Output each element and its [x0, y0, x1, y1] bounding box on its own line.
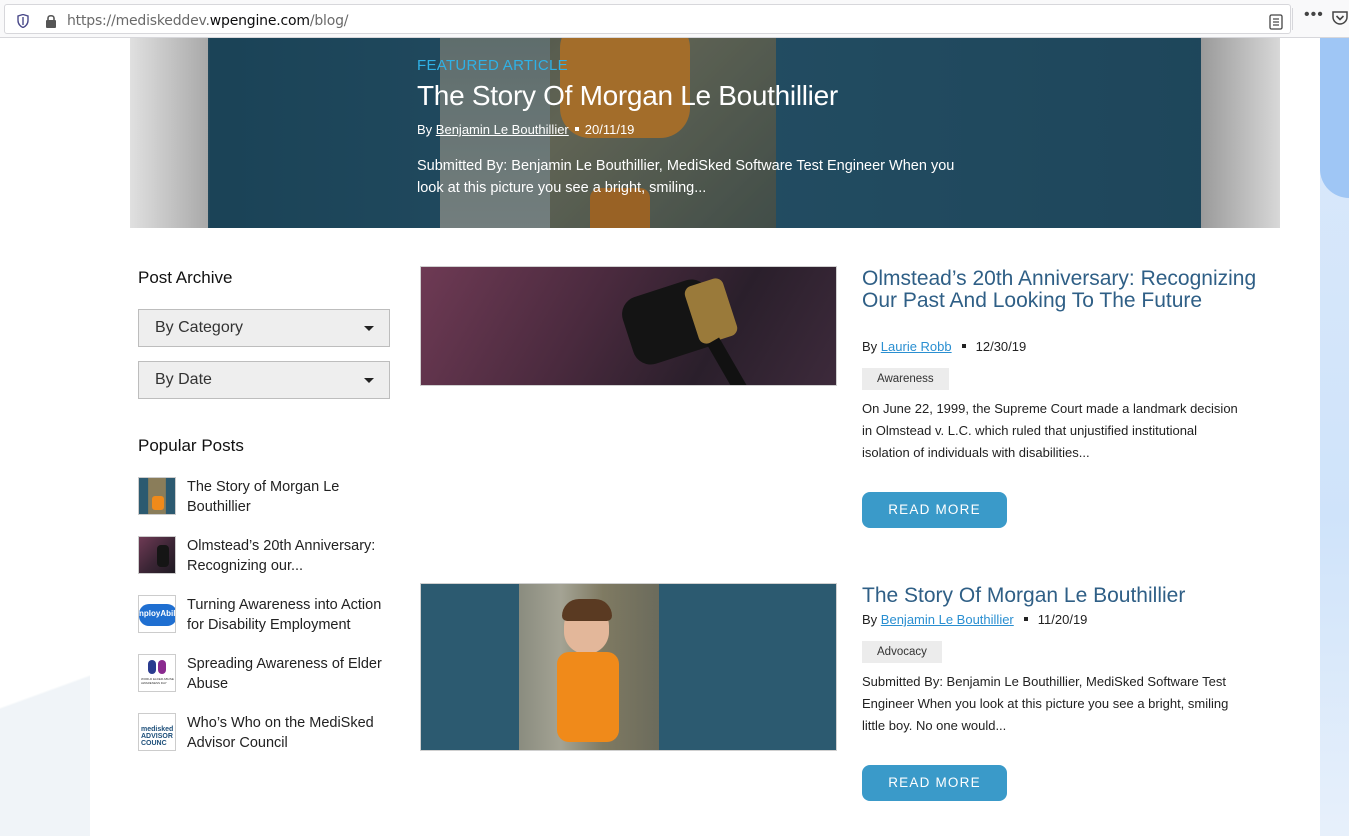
- by-label: By: [862, 612, 878, 627]
- article-excerpt: On June 22, 1999, the Supreme Court made…: [862, 401, 1238, 460]
- popular-post-item[interactable]: The Story of Morgan Le Bouthillier: [138, 477, 398, 517]
- popular-post-title[interactable]: Who’s Who on the MediSked Advisor Counci…: [187, 713, 397, 753]
- lock-icon[interactable]: [45, 14, 57, 28]
- popular-post-thumbnail[interactable]: medisked ADVISOR COUNC: [138, 713, 176, 751]
- article-excerpt: Submitted By: Benjamin Le Bouthillier, M…: [862, 674, 1229, 733]
- popular-post-thumbnail[interactable]: [138, 536, 176, 574]
- category-select-value: By Category: [155, 319, 244, 336]
- post-archive-heading: Post Archive: [138, 268, 233, 287]
- background-swoosh: [1320, 38, 1349, 198]
- popular-post-item[interactable]: WORLD ELDER ABUSE AWARENESS DAY Spreadin…: [138, 654, 398, 694]
- featured-article-title[interactable]: The Story Of Morgan Le Bouthillier: [417, 80, 838, 112]
- article-author-link[interactable]: Laurie Robb: [881, 339, 952, 354]
- article-title[interactable]: Olmstead’s 20th Anniversary: Recognizing…: [862, 268, 1262, 312]
- url-domain: wpengine.com: [209, 13, 310, 29]
- popular-post-thumbnail[interactable]: WORLD ELDER ABUSE AWARENESS DAY: [138, 654, 176, 692]
- popular-posts-heading: Popular Posts: [138, 436, 244, 455]
- pocket-icon[interactable]: [1332, 10, 1348, 26]
- thumb-shirt: [152, 496, 164, 510]
- article-author-link[interactable]: Benjamin Le Bouthillier: [881, 612, 1014, 627]
- article-date: 11/20/19: [1037, 612, 1088, 627]
- popular-post-item[interactable]: medisked ADVISOR COUNC Who’s Who on the …: [138, 713, 398, 753]
- popular-post-title[interactable]: Turning Awareness into Action for Disabi…: [187, 595, 397, 635]
- featured-article-text: FEATURED ARTICLE The Story Of Morgan Le …: [417, 38, 1017, 228]
- chevron-down-icon: [364, 378, 374, 383]
- image-photo: [519, 584, 659, 750]
- popular-post-thumbnail[interactable]: [138, 477, 176, 515]
- url-text[interactable]: https://mediskeddev.wpengine.com/blog/: [67, 13, 348, 29]
- read-more-button[interactable]: READ MORE: [862, 765, 1007, 801]
- read-more-button[interactable]: READ MORE: [862, 492, 1007, 528]
- popular-post-item[interactable]: nployAbili Turning Awareness into Action…: [138, 595, 398, 635]
- meta-bullet: [961, 344, 966, 348]
- reader-view-icon[interactable]: [1269, 14, 1283, 30]
- article-meta: By Benjamin Le Bouthillier 11/20/19: [862, 612, 1087, 627]
- by-label: By: [417, 122, 433, 137]
- background-shape: [0, 638, 90, 836]
- article-date: 12/30/19: [975, 339, 1027, 354]
- featured-article-meta: By Benjamin Le Bouthillier 20/11/19: [417, 122, 634, 137]
- page-actions-menu-icon[interactable]: •••: [1304, 6, 1324, 24]
- category-tag[interactable]: Awareness: [862, 368, 949, 390]
- popular-post-thumbnail[interactable]: nployAbili: [138, 595, 176, 633]
- category-tag[interactable]: Advocacy: [862, 641, 942, 663]
- article-meta: By Laurie Robb 12/30/19: [862, 339, 1026, 354]
- tracking-shield-icon[interactable]: [17, 14, 29, 28]
- featured-article-author-link[interactable]: Benjamin Le Bouthillier: [436, 122, 569, 137]
- thumb-figure: [158, 660, 166, 674]
- thumb-gavel: [157, 545, 169, 567]
- address-bar[interactable]: https://mediskeddev.wpengine.com/blog/: [4, 4, 1291, 34]
- date-select[interactable]: By Date: [138, 361, 390, 399]
- image-hair: [562, 599, 612, 621]
- thumb-figure: [148, 660, 156, 674]
- image-gavel-handle: [706, 337, 750, 385]
- date-select-value: By Date: [155, 371, 212, 388]
- banner-left-edge: [130, 38, 208, 228]
- meta-bullet: [1023, 617, 1028, 621]
- browser-toolbar: https://mediskeddev.wpengine.com/blog/ •…: [0, 0, 1349, 38]
- featured-article-date: 20/11/19: [584, 122, 635, 137]
- chevron-down-icon: [364, 326, 374, 331]
- featured-article-label: FEATURED ARTICLE: [417, 57, 568, 74]
- image-shirt: [557, 652, 619, 742]
- thumb-text: nployAbili: [139, 609, 176, 618]
- url-prefix: https://medisked: [67, 13, 182, 29]
- url-subdomain: dev.: [181, 13, 210, 29]
- article-image[interactable]: [420, 266, 837, 386]
- category-select[interactable]: By Category: [138, 309, 390, 347]
- popular-post-title[interactable]: Olmstead’s 20th Anniversary: Recognizing…: [187, 536, 397, 576]
- article-title[interactable]: The Story Of Morgan Le Bouthillier: [862, 585, 1262, 607]
- url-path: /blog/: [309, 13, 349, 29]
- popular-post-item[interactable]: Olmstead’s 20th Anniversary: Recognizing…: [138, 536, 398, 576]
- meta-bullet: [574, 127, 579, 131]
- featured-article-excerpt: Submitted By: Benjamin Le Bouthillier, M…: [417, 158, 955, 196]
- thumb-text: medisked ADVISOR COUNC: [141, 726, 174, 747]
- toolbar-separator: [1292, 8, 1293, 30]
- banner-right-edge: [1201, 38, 1280, 228]
- popular-post-title[interactable]: Spreading Awareness of Elder Abuse: [187, 654, 397, 694]
- page-background-right: [1320, 38, 1349, 836]
- by-label: By: [862, 339, 878, 354]
- thumb-text: WORLD ELDER ABUSE AWARENESS DAY: [141, 677, 174, 685]
- popular-post-title[interactable]: The Story of Morgan Le Bouthillier: [187, 477, 397, 517]
- article-image[interactable]: [420, 583, 837, 751]
- page-background-left: [0, 38, 90, 836]
